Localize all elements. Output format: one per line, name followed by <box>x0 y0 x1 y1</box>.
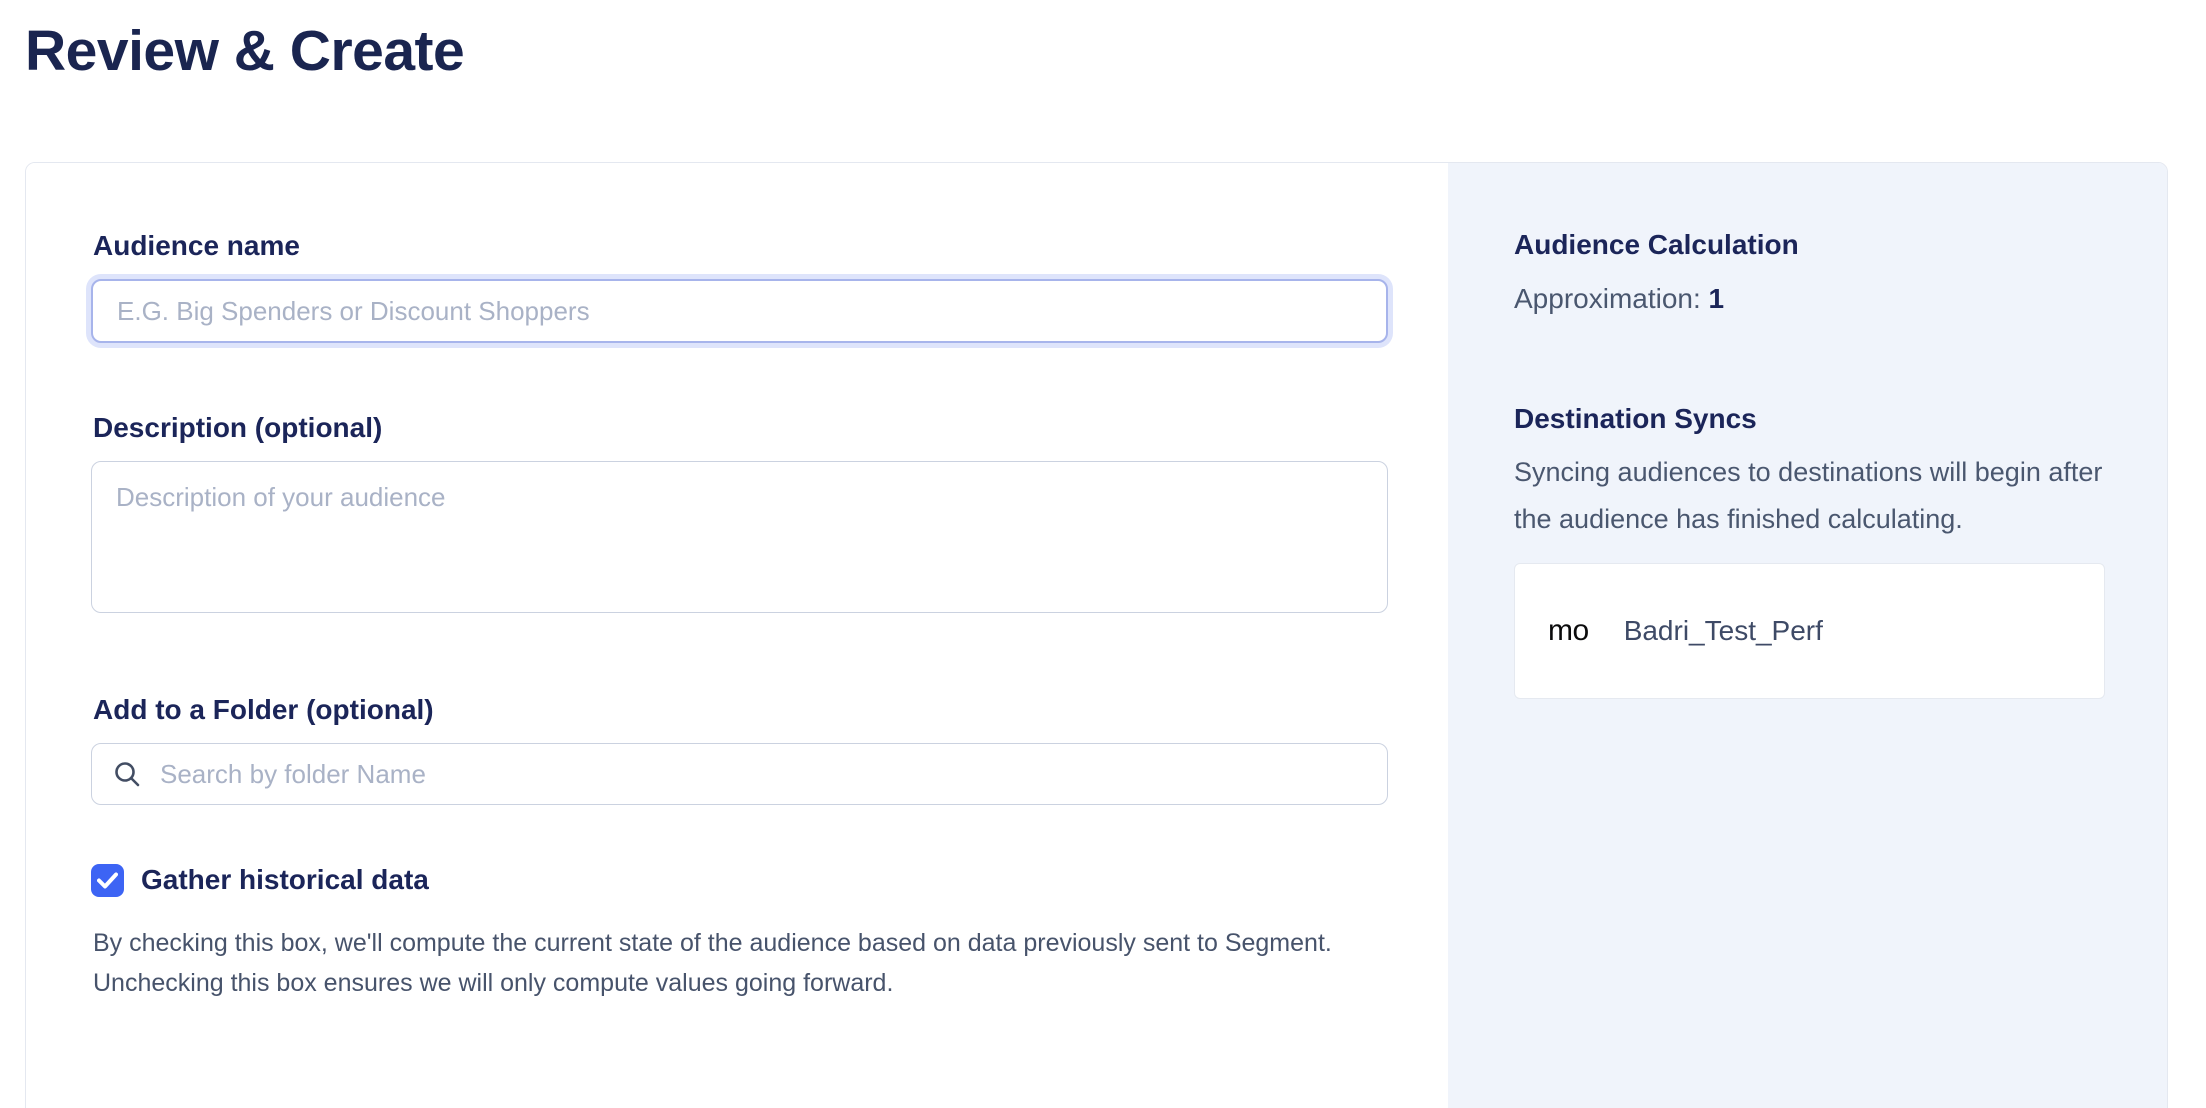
destination-sync-item: mo Badri_Test_Perf <box>1514 563 2105 699</box>
destination-syncs-heading: Destination Syncs <box>1514 403 2105 435</box>
page-title: Review & Create <box>25 18 2206 84</box>
description-input[interactable] <box>91 461 1388 613</box>
checkmark-icon <box>97 872 118 889</box>
destination-syncs-description: Syncing audiences to destinations will b… <box>1514 449 2105 543</box>
audience-name-input[interactable] <box>91 279 1388 343</box>
gather-historical-label: Gather historical data <box>141 863 429 897</box>
approximation-value: 1 <box>1709 283 1725 314</box>
form-section: Audience name Description (optional) Add… <box>26 163 1448 1108</box>
description-label: Description (optional) <box>93 411 1448 445</box>
folder-label: Add to a Folder (optional) <box>93 693 1448 727</box>
approximation-label: Approximation: <box>1514 283 1701 314</box>
gather-historical-checkbox[interactable] <box>91 864 124 897</box>
moengage-logo: mo <box>1548 614 1589 648</box>
audience-calculation-heading: Audience Calculation <box>1514 229 2105 261</box>
summary-panel: Audience Calculation Approximation: 1 De… <box>1448 163 2168 1108</box>
gather-historical-row: Gather historical data <box>91 863 1448 897</box>
review-create-page: Review & Create Audience name Descriptio… <box>0 0 2206 1108</box>
destination-sync-name: Badri_Test_Perf <box>1624 615 1823 647</box>
search-icon <box>112 759 142 789</box>
audience-name-label: Audience name <box>93 229 1448 263</box>
approximation-row: Approximation: 1 <box>1514 283 2105 315</box>
review-card: Audience name Description (optional) Add… <box>25 162 2168 1108</box>
folder-search-input[interactable] <box>158 758 1367 791</box>
historical-help-text: By checking this box, we'll compute the … <box>93 923 1413 1003</box>
folder-search-field[interactable] <box>91 743 1388 805</box>
